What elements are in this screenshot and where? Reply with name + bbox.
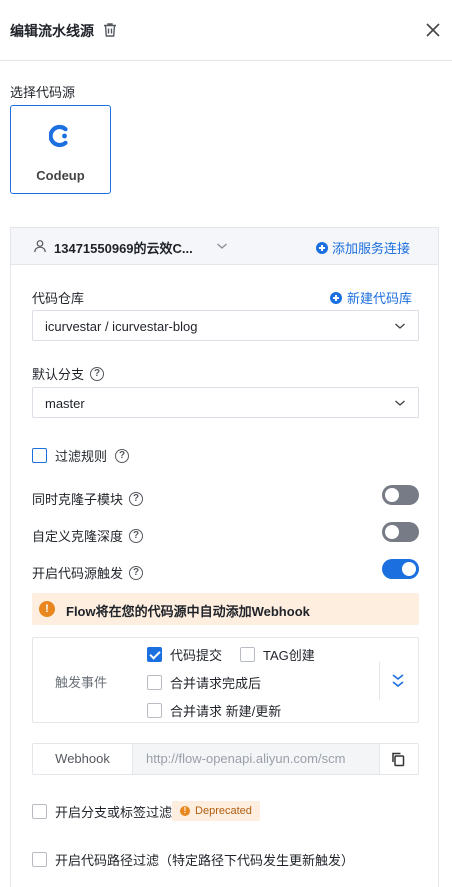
- help-icon[interactable]: ?: [129, 565, 144, 580]
- path-filter-row[interactable]: 开启代码路径过滤（特定路径下代码发生更新触发）: [32, 850, 354, 869]
- source-config-panel: 13471550969的云效C... 添加服务连接 代码仓库 新建代码库 icu…: [10, 227, 439, 887]
- warning-dot-icon: !: [180, 806, 191, 816]
- webhook-label: Webhook: [33, 744, 133, 774]
- source-section-label: 选择代码源: [10, 85, 76, 100]
- repository-label-text: 代码仓库: [32, 291, 85, 306]
- custom-clone-depth-toggle[interactable]: [382, 522, 419, 542]
- source-option-label: Codeup: [36, 168, 85, 183]
- event-checkbox[interactable]: [240, 647, 255, 662]
- drawer-header: 编辑流水线源: [0, 0, 452, 61]
- clone-submodules-label: 同时克隆子模块 ?: [32, 489, 144, 508]
- filter-rules-row[interactable]: 过滤规则 ?: [32, 446, 130, 465]
- chevron-down-icon[interactable]: [216, 241, 228, 251]
- deprecated-badge-text: Deprecated: [195, 805, 252, 817]
- warning-text: Flow将在您的代码源中自动添加Webhook: [66, 604, 310, 619]
- trigger-events-box: 触发事件 代码提交 TAG创建 合并请求完成后 合并请求 新建/更新: [32, 637, 419, 723]
- event-label: 代码提交: [170, 648, 223, 663]
- trigger-events-label: 触发事件: [55, 675, 108, 690]
- add-service-connection-button[interactable]: 添加服务连接: [316, 238, 410, 257]
- branch-select[interactable]: master: [32, 387, 419, 418]
- toggle-knob: [385, 488, 399, 502]
- warning-icon: !: [39, 601, 55, 617]
- event-label: TAG创建: [263, 648, 315, 663]
- chevron-down-icon: [395, 400, 405, 406]
- webhook-url-input[interactable]: http://flow-openapi.aliyun.com/scm: [133, 744, 380, 774]
- filter-rules-checkbox[interactable]: [32, 448, 47, 463]
- webhook-field: Webhook http://flow-openapi.aliyun.com/s…: [32, 743, 419, 775]
- codeup-logo-icon: [49, 124, 68, 148]
- copy-icon[interactable]: [390, 751, 406, 767]
- deprecated-badge: ! Deprecated: [172, 801, 260, 821]
- event-merge-create-update[interactable]: 合并请求 新建/更新: [147, 701, 281, 720]
- account-selector[interactable]: 13471550969的云效C...: [54, 238, 193, 257]
- close-icon[interactable]: [424, 21, 442, 39]
- toggle-knob: [385, 525, 399, 539]
- branch-value: master: [45, 396, 85, 411]
- toggle-knob: [402, 562, 416, 576]
- repository-value: icurvestar / icurvestar-blog: [45, 319, 198, 334]
- help-icon[interactable]: ?: [115, 448, 130, 463]
- source-trigger-toggle[interactable]: [382, 559, 419, 579]
- events-divider: [379, 662, 380, 700]
- custom-clone-depth-label: 自定义克隆深度 ?: [32, 526, 144, 545]
- plus-circle-icon: [330, 291, 342, 304]
- custom-clone-depth-label-text: 自定义克隆深度: [32, 529, 124, 544]
- event-tag-create[interactable]: TAG创建: [240, 645, 315, 664]
- path-filter-label: 开启代码路径过滤（特定路径下代码发生更新触发）: [55, 853, 355, 868]
- branch-tag-filter-checkbox[interactable]: [32, 803, 47, 819]
- source-trigger-label-text: 开启代码源触发: [32, 566, 124, 581]
- branch-label-text: 默认分支: [32, 367, 85, 382]
- collapse-chevrons-icon[interactable]: [391, 672, 405, 690]
- new-repository-button[interactable]: 新建代码库: [330, 288, 412, 307]
- clone-submodules-toggle[interactable]: [382, 485, 419, 505]
- user-icon: [34, 240, 46, 253]
- branch-label: 默认分支 ?: [32, 364, 105, 383]
- branch-tag-filter-row[interactable]: 开启分支或标签过滤 ! Deprecated: [32, 801, 260, 821]
- add-service-connection-label: 添加服务连接: [332, 241, 411, 256]
- plus-circle-icon: [316, 241, 328, 254]
- event-label: 合并请求完成后: [170, 676, 262, 691]
- filter-rules-label: 过滤规则: [55, 449, 108, 464]
- help-icon[interactable]: ?: [90, 366, 105, 381]
- event-checkbox[interactable]: [147, 703, 162, 718]
- help-icon[interactable]: ?: [129, 528, 144, 543]
- source-trigger-label: 开启代码源触发 ?: [32, 563, 144, 582]
- drawer-title: 编辑流水线源: [10, 23, 94, 39]
- webhook-warning-alert: ! Flow将在您的代码源中自动添加Webhook: [32, 593, 419, 625]
- trash-icon[interactable]: [101, 21, 119, 39]
- event-checkbox[interactable]: [147, 675, 162, 690]
- repository-select[interactable]: icurvestar / icurvestar-blog: [32, 310, 419, 341]
- connection-bar: 13471550969的云效C... 添加服务连接: [11, 228, 438, 265]
- new-repository-label: 新建代码库: [347, 291, 413, 306]
- event-code-push[interactable]: 代码提交: [147, 645, 222, 664]
- event-merge-complete[interactable]: 合并请求完成后: [147, 673, 261, 692]
- help-icon[interactable]: ?: [129, 491, 144, 506]
- repository-label: 代码仓库: [32, 288, 84, 307]
- clone-submodules-label-text: 同时克隆子模块: [32, 492, 124, 507]
- event-label: 合并请求 新建/更新: [170, 704, 282, 719]
- path-filter-checkbox[interactable]: [32, 852, 47, 867]
- source-option-codeup[interactable]: Codeup: [10, 105, 111, 194]
- branch-tag-filter-label: 开启分支或标签过滤: [55, 804, 173, 820]
- chevron-down-icon: [395, 323, 405, 329]
- event-checkbox[interactable]: [147, 647, 162, 662]
